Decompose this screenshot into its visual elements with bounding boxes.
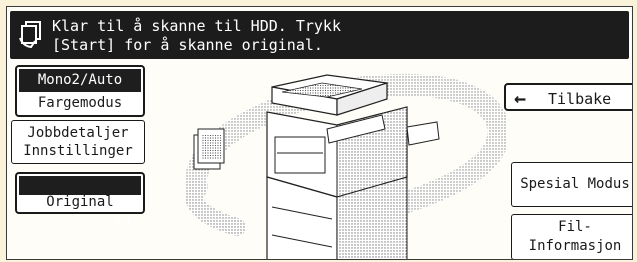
copier-machine-icon bbox=[266, 74, 440, 259]
special-modes-label: Spesial Modus bbox=[520, 176, 630, 192]
message-line-1: Klar til å skanne til HDD. Trykk bbox=[52, 17, 341, 35]
original-label: Original bbox=[46, 194, 114, 210]
file-info-line-1: Fil- bbox=[558, 219, 592, 235]
file-info-line-2: Informasjon bbox=[528, 238, 622, 254]
back-button-label: Tilbake bbox=[548, 90, 612, 108]
arrow-left-icon: ← bbox=[514, 86, 527, 110]
original-size: A4 bbox=[114, 215, 131, 231]
job-details-line-2: Innstillinger bbox=[23, 143, 133, 159]
message-bar: Klar til å skanne til HDD. Trykk [Start]… bbox=[10, 11, 629, 59]
file-information-button[interactable]: Fil- Informasjon bbox=[511, 214, 632, 259]
back-button[interactable]: ← Tilbake bbox=[504, 83, 632, 111]
color-mode-label: Fargemodus bbox=[37, 95, 123, 111]
original-button[interactable]: Auto A4 Original bbox=[15, 172, 145, 231]
touch-panel: Klar til å skanne til HDD. Trykk [Start]… bbox=[6, 6, 633, 260]
message-line-2: [Start] for å skanne original. bbox=[52, 36, 323, 54]
job-detail-settings-button[interactable]: Jobbdetaljer Innstillinger bbox=[11, 120, 145, 164]
copier-illustration bbox=[185, 73, 507, 259]
color-mode-value: Mono2/Auto bbox=[19, 69, 141, 92]
scan-to-hdd-screen: Klar til å skanne til HDD. Trykk [Start]… bbox=[0, 0, 637, 262]
special-modes-button[interactable]: Spesial Modus bbox=[511, 162, 632, 207]
job-details-line-1: Jobbdetaljer bbox=[27, 125, 129, 141]
document-stack-icon bbox=[19, 21, 41, 49]
color-mode-button[interactable]: Mono2/Auto Fargemodus bbox=[15, 65, 145, 117]
paper-original-icon bbox=[193, 128, 225, 170]
